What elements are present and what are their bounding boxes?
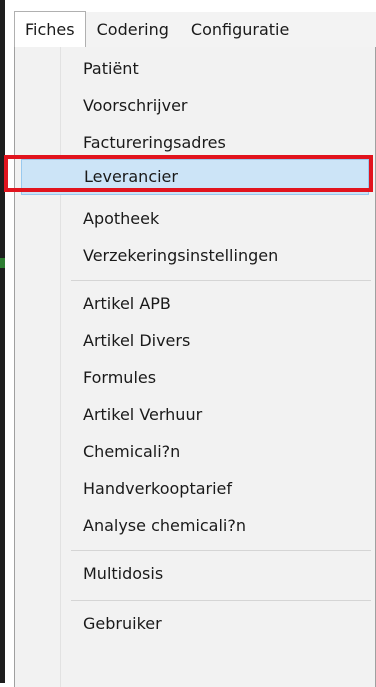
- menu-item-apotheek[interactable]: Apotheek: [15, 201, 375, 237]
- menu-separator: [71, 280, 371, 281]
- menu-fiches[interactable]: Fiches: [14, 11, 86, 48]
- menu-item-multidosis[interactable]: Multidosis: [15, 556, 375, 592]
- menu-bar: Fiches Codering Configuratie: [14, 11, 376, 48]
- fiches-dropdown-menu: Patiënt Voorschrijver Factureringsadres …: [14, 47, 376, 687]
- menu-item-artikel-divers[interactable]: Artikel Divers: [15, 323, 375, 359]
- menu-codering[interactable]: Codering: [86, 12, 180, 48]
- menu-item-analyse-chemicalien[interactable]: Analyse chemicali?n: [15, 508, 375, 544]
- menu-item-artikel-verhuur[interactable]: Artikel Verhuur: [15, 397, 375, 433]
- menu-item-gebruiker[interactable]: Gebruiker: [15, 606, 375, 642]
- menu-separator: [71, 600, 371, 601]
- menu-item-artikel-apb[interactable]: Artikel APB: [15, 286, 375, 322]
- menu-separator: [71, 550, 371, 551]
- menu-configuratie[interactable]: Configuratie: [180, 12, 300, 48]
- menu-item-voorschrijver[interactable]: Voorschrijver: [15, 88, 375, 124]
- menu-item-patient[interactable]: Patiënt: [15, 51, 375, 87]
- window-edge-marker: [0, 258, 5, 268]
- menu-item-verzekeringsinstellingen[interactable]: Verzekeringsinstellingen: [15, 238, 375, 274]
- window-edge: [0, 0, 5, 683]
- menu-item-formules[interactable]: Formules: [15, 360, 375, 396]
- menu-item-chemicalien[interactable]: Chemicali?n: [15, 434, 375, 470]
- menu-item-handverkooptarief[interactable]: Handverkooptarief: [15, 471, 375, 507]
- annotation-highlight-box: [4, 155, 373, 192]
